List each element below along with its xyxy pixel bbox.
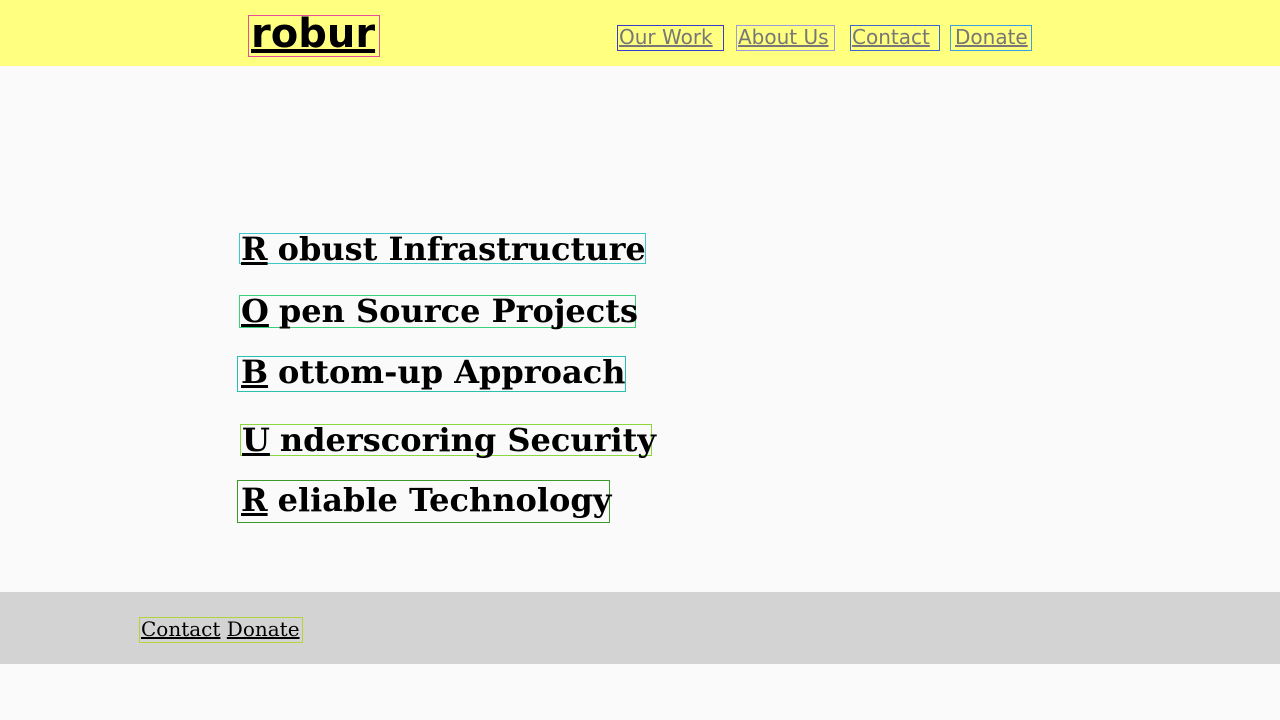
acronym-item-underscoring: Underscoring Security xyxy=(240,421,656,459)
acronym-item-reliable: Reliable Technology xyxy=(237,480,612,523)
acronym-initial: R xyxy=(241,230,268,268)
footer-links: Contact Donate xyxy=(139,617,303,643)
acronym-initial: O xyxy=(241,292,269,330)
acronym-text: eliable Technology xyxy=(277,481,612,519)
site-header: robur Our Work About Us Contact Donate xyxy=(0,0,1280,66)
acronym-text: nderscoring Security xyxy=(279,421,657,459)
acronym-text: obust Infrastructure xyxy=(277,230,646,268)
nav-our-work-link[interactable]: Our Work xyxy=(617,25,724,51)
nav-contact-link[interactable]: Contact xyxy=(850,25,940,51)
acronym-item-robust: Robust Infrastructure xyxy=(239,233,646,265)
nav-about-us-link[interactable]: About Us xyxy=(736,25,835,51)
acronym-text: pen Source Projects xyxy=(278,292,639,330)
footer-contact-link[interactable]: Contact xyxy=(141,617,220,641)
acronym-initial: B xyxy=(241,353,269,391)
logo-link[interactable]: robur xyxy=(248,14,381,57)
nav-donate-link[interactable]: Donate xyxy=(950,25,1032,51)
acronym-item-open-source: Open Source Projects xyxy=(239,292,639,330)
acronym-item-bottom-up: Bottom-up Approach xyxy=(237,356,626,392)
footer-donate-link[interactable]: Donate xyxy=(227,617,300,641)
acronym-text: ottom-up Approach xyxy=(278,353,626,391)
acronym-initial: U xyxy=(242,421,270,459)
acronym-initial: R xyxy=(241,481,268,519)
